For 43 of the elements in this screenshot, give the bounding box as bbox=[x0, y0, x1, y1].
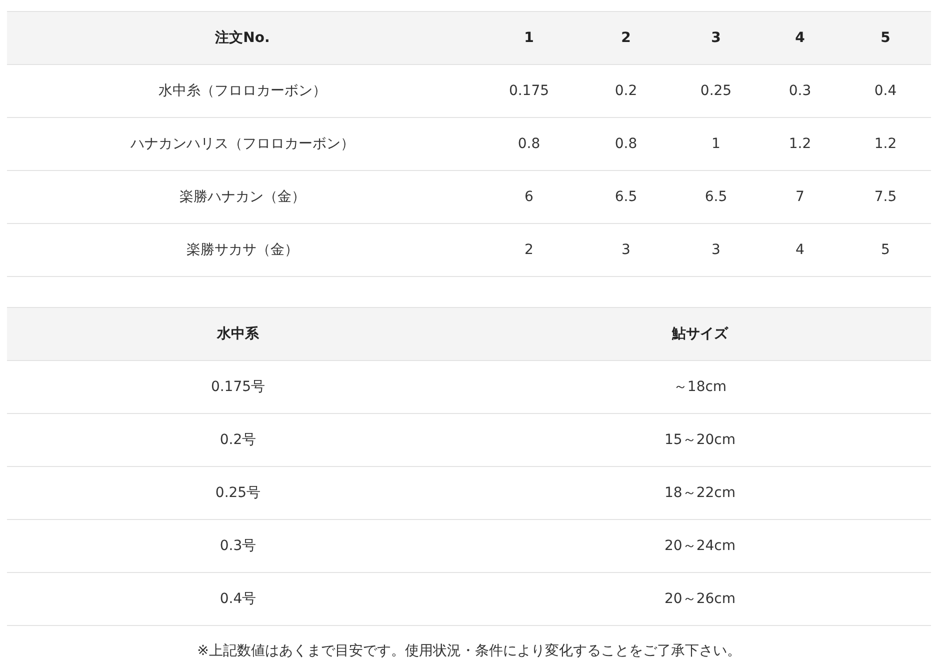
column-header: 5 bbox=[840, 12, 931, 64]
table-cell: 15～20cm bbox=[469, 414, 931, 466]
table-cell: 18～22cm bbox=[469, 466, 931, 520]
table-cell: 20～24cm bbox=[469, 520, 931, 572]
table-cell: ～18cm bbox=[469, 360, 931, 414]
table-cell: 4 bbox=[760, 224, 840, 276]
table-cell: 0.175 bbox=[478, 64, 580, 118]
table-cell: 0.175号 bbox=[7, 360, 469, 414]
table-cell: 0.8 bbox=[580, 118, 672, 170]
table-cell: 水中糸（フロロカーボン） bbox=[7, 64, 478, 118]
table-cell: 0.4 bbox=[840, 64, 931, 118]
footnote: ※上記数値はあくまで目安です。使用状況・条件により変化することをご了承下さい。 bbox=[196, 642, 742, 660]
column-header: 鮎サイズ bbox=[469, 308, 931, 360]
table-cell: 20～26cm bbox=[469, 572, 931, 626]
table-cell: 0.3号 bbox=[7, 520, 469, 572]
table-cell: 1 bbox=[672, 118, 760, 170]
column-header: 水中系 bbox=[7, 308, 469, 360]
table-cell: 7.5 bbox=[840, 170, 931, 224]
table-cell: 2 bbox=[478, 224, 580, 276]
table-cell: 1.2 bbox=[760, 118, 840, 170]
table-cell: 0.25 bbox=[672, 64, 760, 118]
table-cell: 3 bbox=[580, 224, 672, 276]
column-header: 注文No. bbox=[7, 12, 478, 64]
table-cell: 楽勝ハナカン（金） bbox=[7, 170, 478, 224]
table-cell: 6.5 bbox=[580, 170, 672, 224]
table-cell: 0.25号 bbox=[7, 466, 469, 520]
table-cell: 1.2 bbox=[840, 118, 931, 170]
table-cell: 0.3 bbox=[760, 64, 840, 118]
table-cell: 0.8 bbox=[478, 118, 580, 170]
table-cell: 6.5 bbox=[672, 170, 760, 224]
table-cell: 3 bbox=[672, 224, 760, 276]
table-cell: 0.4号 bbox=[7, 572, 469, 626]
table-cell: ハナカンハリス（フロロカーボン） bbox=[7, 118, 478, 170]
table-cell: 楽勝サカサ（金） bbox=[7, 224, 478, 276]
column-header: 1 bbox=[478, 12, 580, 64]
table-cell: 0.2 bbox=[580, 64, 672, 118]
column-header: 2 bbox=[580, 12, 672, 64]
column-header: 4 bbox=[760, 12, 840, 64]
table-cell: 0.2号 bbox=[7, 414, 469, 466]
table-cell: 7 bbox=[760, 170, 840, 224]
table-cell: 6 bbox=[478, 170, 580, 224]
column-header: 3 bbox=[672, 12, 760, 64]
table-cell: 5 bbox=[840, 224, 931, 276]
